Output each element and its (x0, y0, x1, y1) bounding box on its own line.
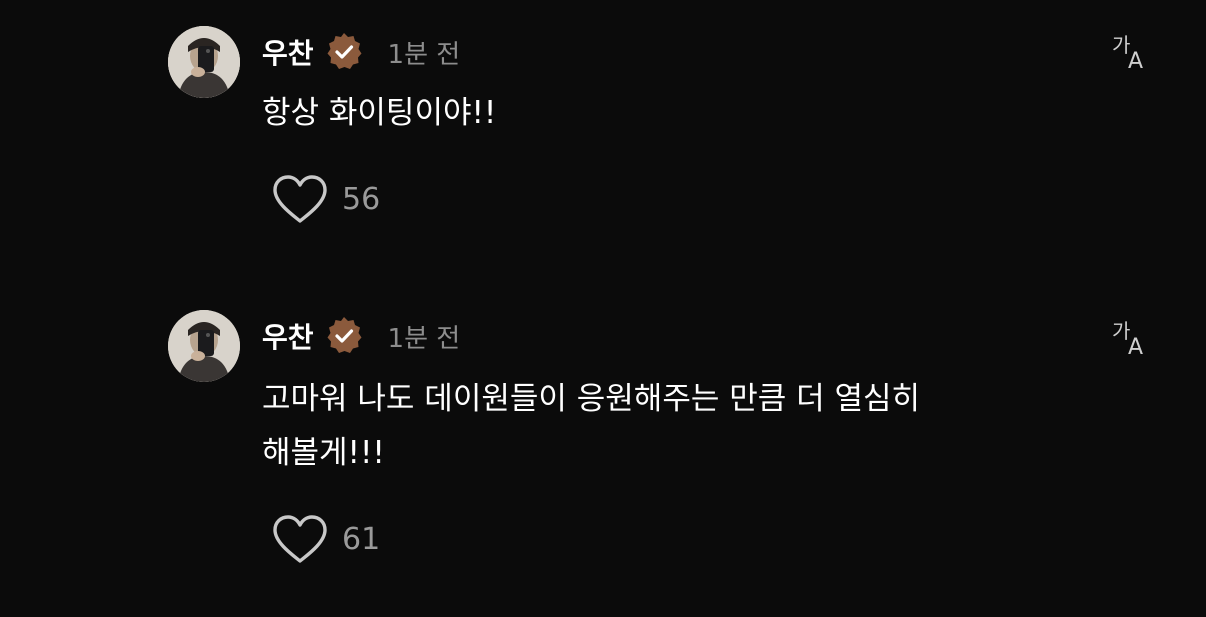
avatar[interactable] (168, 310, 240, 382)
comment-text: 항상 화이팅이야!! (262, 86, 1082, 140)
verified-badge-icon (322, 30, 366, 74)
like-button[interactable]: 61 (270, 512, 380, 566)
username[interactable]: 우찬 (262, 316, 314, 356)
comment-text-line: 고마워 나도 데이원들이 응원해주는 만큼 더 열심히 (262, 381, 921, 417)
like-count: 56 (342, 181, 381, 217)
timestamp: 1분 전 (387, 39, 461, 70)
verified-badge-icon (322, 314, 366, 358)
like-count: 61 (342, 521, 381, 557)
comment-text-line: 해볼게!!! (262, 435, 385, 471)
heart-icon[interactable] (270, 512, 330, 566)
translate-icon[interactable]: 가 A (1110, 316, 1154, 360)
comment-item: 우찬 1분 전 가 A 항상 화이팅이야!! 56 (0, 0, 1206, 270)
comment-item: 우찬 1분 전 가 A 고마워 나도 데이원들이 응원해주는 만큼 더 열심히 … (0, 290, 1206, 610)
like-button[interactable]: 56 (270, 172, 380, 226)
heart-icon[interactable] (270, 172, 330, 226)
timestamp: 1분 전 (387, 323, 461, 354)
avatar[interactable] (168, 26, 240, 98)
comment-text: 고마워 나도 데이원들이 응원해주는 만큼 더 열심히 해볼게!!! (262, 372, 1082, 480)
svg-text:A: A (1128, 335, 1143, 360)
comment-text-line: 항상 화이팅이야!! (262, 95, 497, 131)
username[interactable]: 우찬 (262, 32, 314, 72)
svg-text:A: A (1128, 49, 1143, 74)
translate-icon[interactable]: 가 A (1110, 30, 1154, 74)
